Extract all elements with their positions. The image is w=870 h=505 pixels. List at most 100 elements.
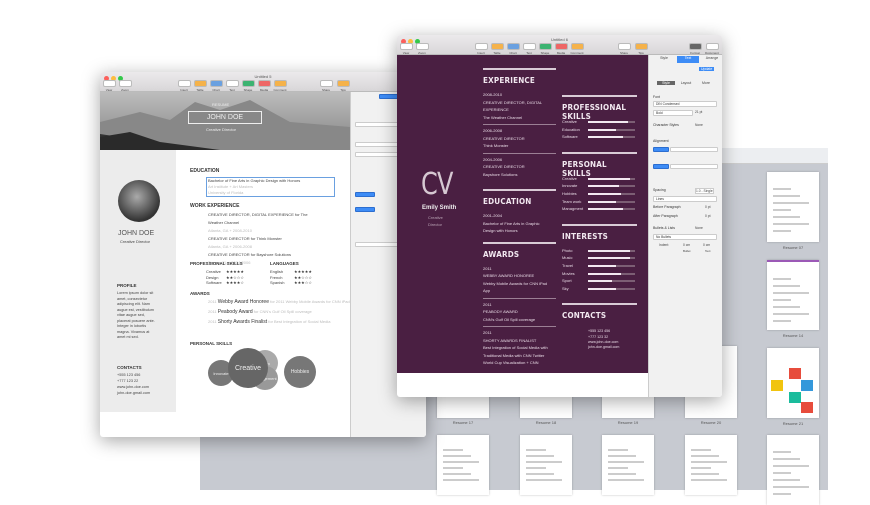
template-thumbnail[interactable] (767, 260, 819, 330)
section-rule (562, 223, 637, 226)
thumbnail-label[interactable]: Resume 18 (516, 420, 576, 425)
bullet-indent-field[interactable]: 0 cm (683, 243, 690, 247)
inspector-subtab[interactable]: Style (657, 81, 675, 85)
template-thumbnail[interactable] (685, 435, 737, 495)
toolbar-chart-button[interactable] (507, 43, 520, 50)
bullets-select[interactable]: None (695, 226, 703, 230)
toolbar-share-button[interactable] (320, 80, 333, 87)
toolbar-tips-button[interactable] (337, 80, 350, 87)
alignment-group[interactable] (670, 147, 718, 152)
work-heading: WORK EXPERIENCE (190, 203, 240, 209)
thumbnail-label[interactable]: Resume 17 (433, 420, 493, 425)
template-thumbnail[interactable] (767, 172, 819, 242)
skill-bar (588, 121, 635, 123)
inspector-font-select[interactable]: DIN Condensed (653, 101, 717, 107)
thumbnail-line (773, 292, 809, 294)
thumbnail-line (443, 461, 479, 463)
toolbar-text-button[interactable] (523, 43, 536, 50)
font-size-field[interactable]: 21 pt (695, 110, 702, 114)
header-name[interactable]: JOHN DOE (188, 111, 262, 124)
toolbar-format-button[interactable] (689, 43, 702, 50)
skill-name: Movies (562, 270, 575, 276)
toolbar-media-button[interactable] (258, 80, 271, 87)
inspector-lines-select[interactable]: Lines (653, 196, 717, 202)
toolbar-text-button[interactable] (226, 80, 239, 87)
toolbar-insert-button[interactable] (178, 80, 191, 87)
skill-bar (588, 280, 635, 283)
toolbar-tips-button[interactable] (635, 43, 648, 50)
contact-line: +777 123 22 (117, 379, 139, 383)
education-line: 2001-2004 (483, 213, 503, 218)
toolbar-view-button[interactable] (103, 80, 116, 87)
cv-role: Creative (428, 215, 443, 220)
toolbar-view-button[interactable] (400, 43, 413, 50)
award-item: 2011 Webby Award Honoree for 2011 Webby … (208, 299, 358, 305)
toolbar-insert-button[interactable] (475, 43, 488, 50)
inspector-tab-text[interactable]: Text (677, 56, 699, 63)
toolbar-comment-button[interactable] (571, 43, 584, 50)
thumbnail-label[interactable]: Resume 14 (763, 333, 823, 338)
template-thumbnail[interactable] (767, 348, 819, 418)
toolbar-comment-button[interactable] (274, 80, 287, 87)
award-year: 2011 (208, 319, 217, 324)
skill-bar-fill (588, 208, 624, 211)
thumbnail-label[interactable]: Resume 19 (598, 420, 658, 425)
toolbar-document-button[interactable] (706, 43, 719, 50)
toolbar-share-button[interactable] (618, 43, 631, 50)
before-paragraph-field[interactable]: 0 pt (705, 205, 711, 209)
inspector-no-bullets-select[interactable]: No Bullets (653, 234, 717, 240)
skill-name: Managment (562, 206, 584, 212)
header-mountain-image: RESUME JOHN DOE Creative Director (100, 92, 350, 150)
thumbnail-line (773, 278, 791, 280)
profile-heading: PROFILE (117, 283, 137, 288)
education-line[interactable]: Art Institute + Art Masters (208, 184, 253, 189)
toolbar-shape-button[interactable] (242, 80, 255, 87)
toolbar-zoom-button[interactable] (119, 80, 132, 87)
toolbar-table-button[interactable] (194, 80, 207, 87)
inspector-weight-select[interactable]: Bold (653, 110, 693, 116)
template-thumbnail[interactable] (767, 435, 819, 505)
inspector-tab-style[interactable]: Style (653, 56, 675, 63)
template-thumbnail[interactable] (602, 435, 654, 495)
text-indent-field[interactable]: 0 cm (703, 243, 710, 247)
thumbnail-line (526, 461, 562, 463)
cv-mark: CV (421, 167, 453, 202)
toolbar-shape-button[interactable] (539, 43, 552, 50)
thumbnail-tile (801, 380, 813, 391)
cv-name: Emily Smith (422, 205, 457, 211)
skill-bar-fill (588, 287, 617, 290)
template-thumbnail[interactable] (520, 435, 572, 495)
thumbnail-line (773, 223, 809, 225)
thumbnail-label[interactable]: Resume 07 (763, 245, 823, 250)
toolbar-chart-button[interactable] (210, 80, 223, 87)
award-line: Webby Mobile Awards for CNN iPad (483, 280, 548, 286)
education-line[interactable]: Bachelor of Fine Arts in Graphic Design … (208, 178, 300, 183)
inspector-subtab[interactable]: Layout (677, 81, 695, 85)
toolbar-media-button[interactable] (555, 43, 568, 50)
thumbnail-line (608, 479, 644, 481)
profile-text: magna. Vivamus at (117, 329, 150, 334)
education-line[interactable]: University of Florida (208, 190, 243, 195)
thumbnail-label[interactable]: Resume 20 (681, 420, 741, 425)
alignment-group[interactable] (670, 164, 718, 169)
alignment-button[interactable] (653, 164, 669, 169)
toolbar-zoom-button[interactable] (416, 43, 429, 50)
spacing-select[interactable]: 1.0 - Single (695, 188, 714, 194)
inspector-tab-arrange[interactable]: Arrange (701, 56, 722, 63)
indent-label: Indent: (659, 243, 670, 247)
alignment-button[interactable] (653, 147, 669, 152)
skill-stars: ★★★★☆ (226, 280, 244, 285)
toolbar-table-button[interactable] (491, 43, 504, 50)
profile-text: augue est, vestibulum (117, 307, 154, 312)
character-styles-select[interactable]: None (695, 123, 703, 127)
thumbnail-line (773, 458, 800, 460)
experience-line: 2004-2006 (483, 156, 503, 162)
skill-bar (588, 185, 635, 188)
after-paragraph-field[interactable]: 0 pt (705, 214, 711, 218)
template-thumbnail[interactable] (437, 435, 489, 495)
skill-bar (588, 287, 635, 290)
contacts-heading: CONTACTS (117, 365, 142, 370)
inspector-subtab[interactable]: More (697, 81, 715, 85)
thumbnail-label[interactable]: Resume 21 (763, 421, 823, 426)
update-style-button[interactable]: Update (699, 67, 715, 71)
